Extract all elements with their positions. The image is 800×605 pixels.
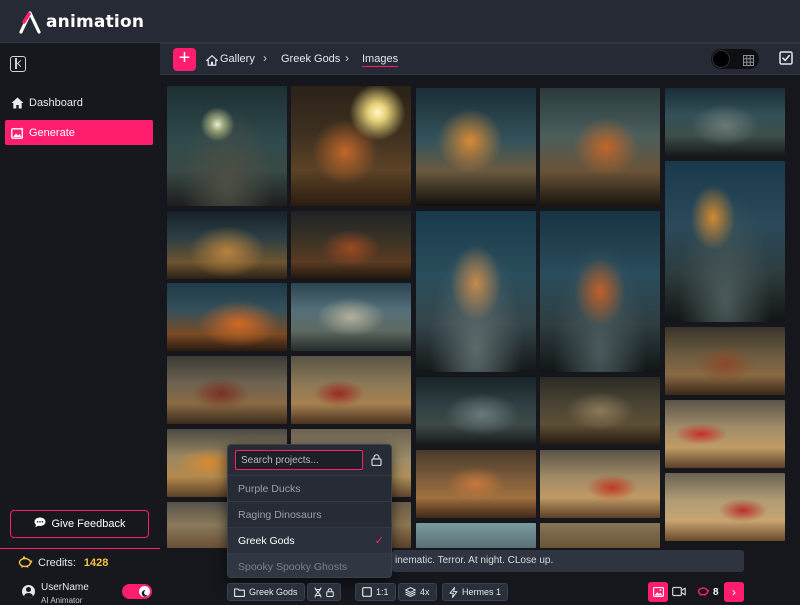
breadcrumb: + Gallery › Greek Gods › Images: [160, 43, 800, 75]
gallery-image[interactable]: [291, 86, 411, 206]
breadcrumb-greek-gods[interactable]: Greek Gods: [281, 53, 340, 65]
gallery-image[interactable]: [416, 450, 536, 518]
give-feedback-label: Give Feedback: [51, 518, 126, 530]
project-select-label: Greek Gods: [249, 587, 298, 597]
breadcrumb-images[interactable]: Images: [362, 53, 399, 67]
upscale-button[interactable]: 4x: [398, 583, 437, 601]
lock-icon[interactable]: [371, 453, 382, 471]
gallery-image[interactable]: [167, 283, 287, 351]
search-projects-input[interactable]: [235, 450, 363, 470]
home-icon: [206, 53, 218, 71]
aspect-ratio-button[interactable]: 1:1: [355, 583, 396, 601]
give-feedback-button[interactable]: Give Feedback: [10, 510, 149, 538]
prompt-input[interactable]: inematic. Terror. At night. CLose up.: [392, 550, 744, 572]
gallery-image[interactable]: [540, 450, 660, 518]
gallery-image[interactable]: [291, 356, 411, 424]
sidebar: Dashboard Generate Give Feedback Credits…: [0, 43, 160, 605]
dna-icon: [314, 586, 322, 598]
gallery-image[interactable]: [416, 377, 536, 445]
generation-cost: 8: [697, 586, 719, 599]
gallery-image[interactable]: [540, 523, 660, 548]
dark-mode-toggle[interactable]: [122, 584, 152, 599]
lightning-icon: [449, 586, 458, 598]
sidebar-item-generate[interactable]: Generate: [5, 120, 153, 145]
video-mode-icon[interactable]: [672, 584, 686, 602]
credits-value: 1428: [83, 557, 109, 569]
project-dropdown: Purple Ducks Raging Dinosaurs Greek Gods…: [227, 444, 392, 578]
gallery-image[interactable]: [540, 377, 660, 445]
home-icon: [11, 96, 24, 109]
sidebar-item-label: Generate: [29, 126, 75, 139]
generation-cost-value: 8: [713, 587, 719, 598]
moon-icon: [139, 586, 150, 597]
gallery-image[interactable]: [540, 88, 660, 206]
collapse-sidebar-icon[interactable]: [10, 56, 26, 72]
gallery-image[interactable]: [540, 211, 660, 372]
gallery-image[interactable]: [665, 327, 785, 395]
select-mode-icon[interactable]: [779, 51, 793, 70]
new-project-button[interactable]: +: [173, 48, 196, 71]
chevron-right-icon: ›: [263, 51, 267, 65]
project-option[interactable]: Raging Dinosaurs: [228, 501, 391, 527]
gallery-image[interactable]: [291, 283, 411, 351]
toggle-knob: [712, 50, 730, 68]
lock-icon: [326, 587, 334, 597]
model-select-button[interactable]: Hermes 1: [442, 583, 509, 601]
chevron-right-icon: ›: [345, 51, 349, 65]
chevron-right-icon: ›: [732, 585, 736, 599]
breadcrumb-gallery[interactable]: Gallery: [220, 53, 255, 65]
generate-button[interactable]: ›: [724, 582, 744, 602]
upscale-label: 4x: [420, 587, 430, 597]
gallery-image[interactable]: [416, 211, 536, 372]
gallery-image[interactable]: [416, 88, 536, 206]
gallery-image[interactable]: [665, 473, 785, 541]
credits-display: Credits: 1428: [18, 555, 109, 569]
project-option-label: Greek Gods: [238, 535, 295, 547]
gallery-image[interactable]: [291, 211, 411, 279]
piggy-bank-icon: [697, 586, 710, 599]
seed-lock-button[interactable]: [307, 583, 341, 601]
model-select-label: Hermes 1: [462, 587, 502, 597]
gallery-image[interactable]: [167, 211, 287, 279]
gallery-image[interactable]: [167, 356, 287, 424]
square-icon: [362, 587, 372, 597]
gallery-image[interactable]: [665, 161, 785, 322]
aspect-ratio-label: 1:1: [376, 587, 389, 597]
piggy-bank-icon: [18, 555, 33, 571]
app-logo[interactable]: animation: [18, 8, 144, 36]
image-sparkle-icon: [11, 126, 24, 139]
project-select-button[interactable]: Greek Gods: [227, 583, 305, 601]
user-role: AI Animator: [41, 596, 83, 605]
gallery-image[interactable]: [416, 523, 536, 548]
logo-a-icon: [18, 9, 44, 35]
sidebar-item-label: Dashboard: [29, 96, 83, 109]
project-option[interactable]: Spooky Spooky Ghosts: [228, 553, 391, 577]
logo-text: animation: [46, 12, 145, 32]
project-option-selected[interactable]: Greek Gods ✓: [228, 527, 391, 553]
grid-icon: [743, 53, 754, 71]
view-mode-toggle[interactable]: [711, 49, 759, 69]
image-icon: [652, 587, 664, 597]
gallery-image[interactable]: [665, 88, 785, 156]
layers-icon: [405, 587, 416, 597]
gallery-image[interactable]: [167, 86, 287, 206]
sidebar-item-dashboard[interactable]: Dashboard: [5, 90, 153, 115]
user-name: UserName: [41, 582, 89, 593]
chat-bubble-icon: [34, 517, 46, 531]
sidebar-divider: [0, 548, 160, 549]
credits-label: Credits:: [38, 557, 76, 569]
project-option[interactable]: Purple Ducks: [228, 475, 391, 501]
avatar-icon: [22, 585, 35, 598]
folder-icon: [234, 587, 245, 597]
check-icon: ✓: [374, 535, 384, 547]
gallery-image[interactable]: [665, 400, 785, 468]
image-mode-button[interactable]: [648, 582, 668, 602]
top-bar: animation: [0, 0, 800, 43]
